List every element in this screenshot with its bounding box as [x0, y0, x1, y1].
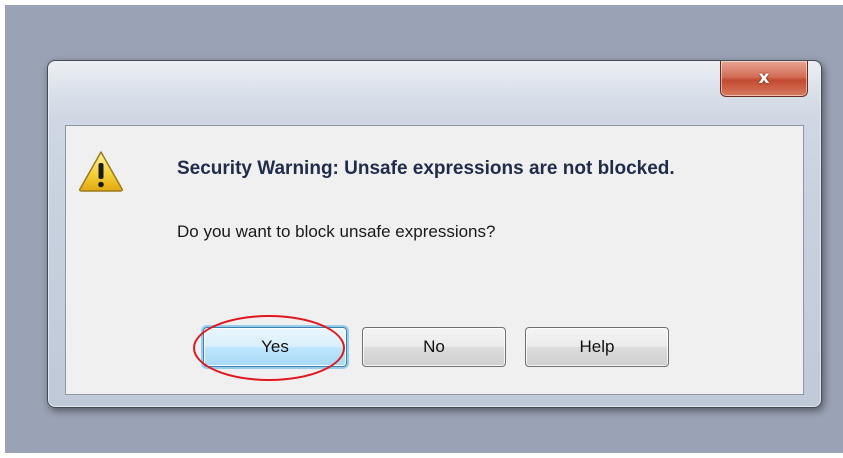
warning-question: Do you want to block unsafe expressions?	[177, 222, 496, 241]
desktop: x Security Warning: Unsafe expressions a…	[0, 0, 843, 458]
close-icon: x	[758, 67, 770, 88]
help-button[interactable]: Help	[525, 327, 669, 367]
no-button[interactable]: No	[362, 327, 506, 367]
warning-heading: Security Warning: Unsafe expressions are…	[177, 158, 675, 179]
yes-button[interactable]: Yes	[203, 327, 347, 367]
title-bar[interactable]	[49, 62, 820, 120]
warning-triangle-icon	[79, 151, 123, 192]
close-button[interactable]: x	[720, 61, 808, 97]
